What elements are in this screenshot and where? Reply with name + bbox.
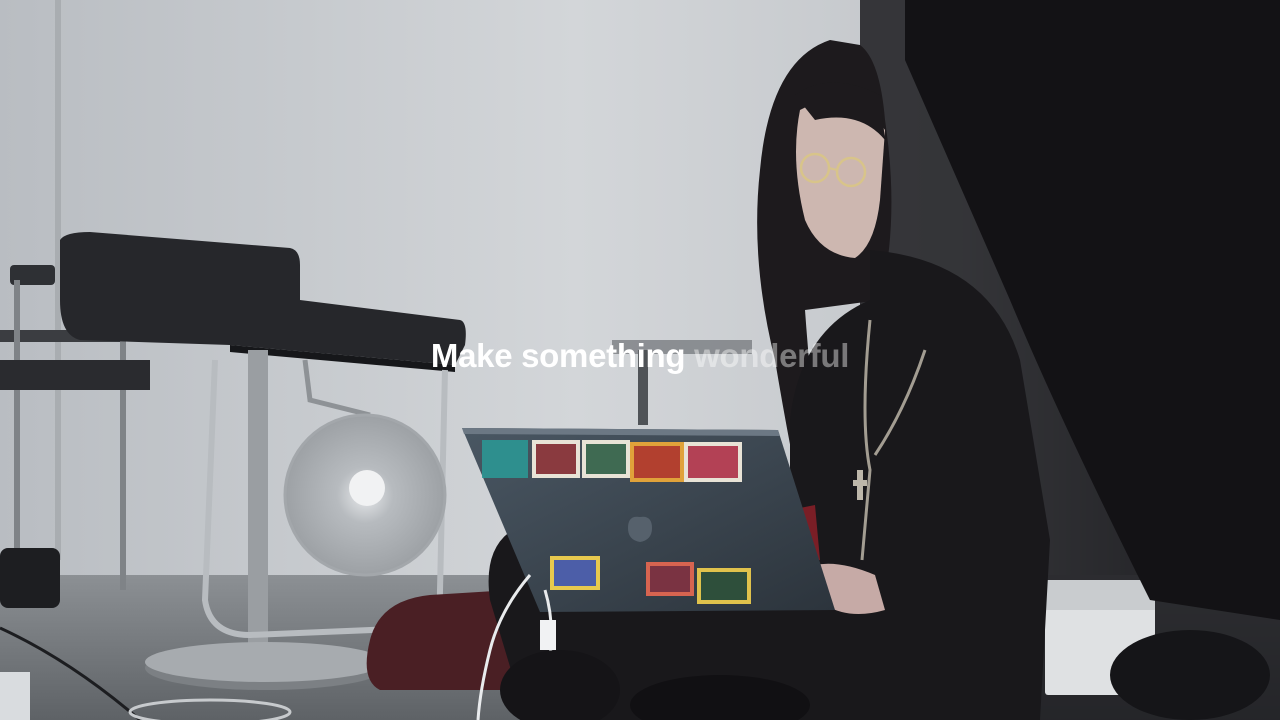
headline-dim-text: wonderful [694, 337, 850, 374]
headline-lit-text: Make something [430, 337, 686, 374]
video-caption-headline: Make something wonderful [0, 334, 1280, 378]
video-frame: Make something wonderful [0, 0, 1280, 720]
